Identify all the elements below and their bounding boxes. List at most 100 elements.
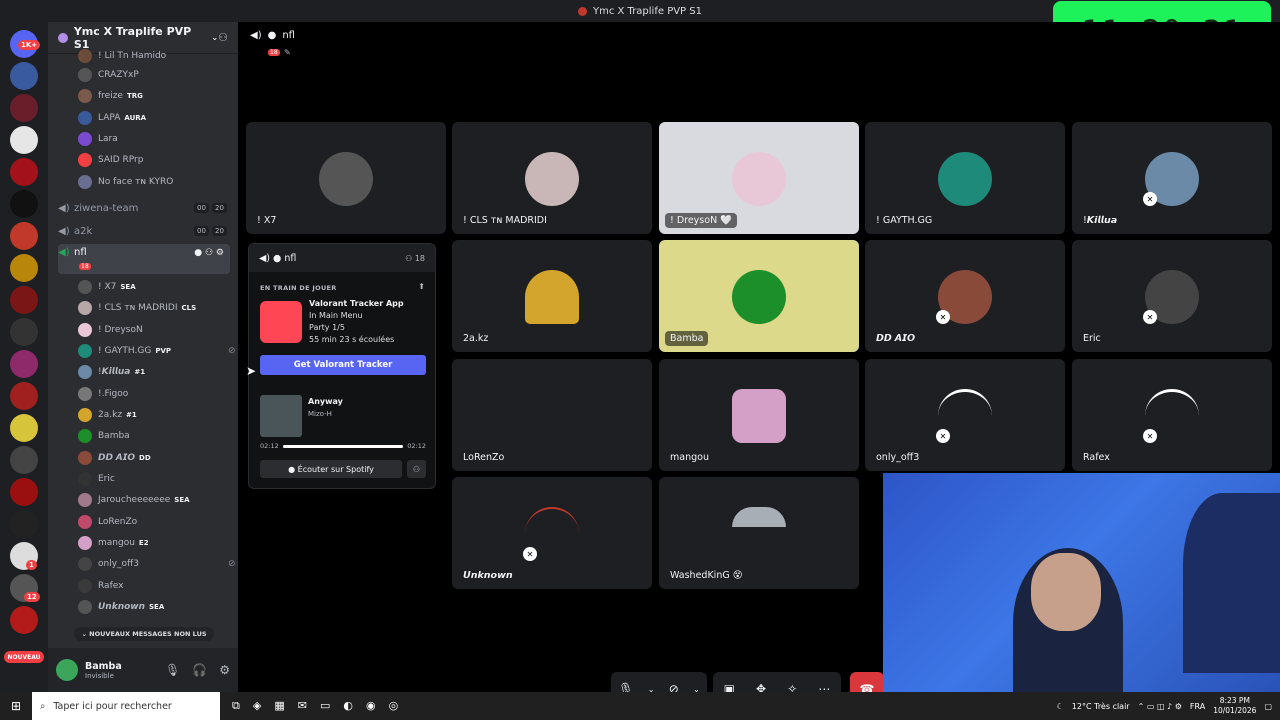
voice-user[interactable]: only_off3 ⊘ ⊘ <box>78 554 238 574</box>
participant-tile[interactable]: ✕ !𝙆𝙞𝙡𝙡𝙪𝙖 <box>1072 122 1272 234</box>
participant-tile[interactable]: ! CLS тɴ MADRIDI <box>452 122 652 234</box>
member-count-value: 18 <box>414 253 425 263</box>
listen-on-spotify-button[interactable]: ● Écouter sur Spotify <box>260 460 402 478</box>
voice-user[interactable]: SAID RPrp <box>78 150 143 170</box>
voice-user[interactable]: LoRenZo <box>78 512 137 532</box>
voice-channel-a2k[interactable]: ◀) a2k 00 20 <box>58 221 230 241</box>
mic-muted-icon: ⊘ ⊘ <box>228 559 238 569</box>
voice-user[interactable]: 2a.kz #1 <box>78 405 137 425</box>
server-icon[interactable] <box>10 382 38 410</box>
voice-user[interactable]: LAPA AURA <box>78 108 146 128</box>
server-icon[interactable] <box>10 446 38 474</box>
participant-tile[interactable]: ! X7 <box>246 122 446 234</box>
voice-user[interactable]: mangou E2 <box>78 533 149 553</box>
server-icon[interactable] <box>10 606 38 634</box>
server-icon[interactable] <box>10 286 38 314</box>
user-name: freize <box>98 91 123 101</box>
obs-icon[interactable]: ◉ <box>366 699 376 713</box>
voice-user[interactable]: 𝙐𝙣𝙠𝙣𝙤𝙬𝙣 SEA <box>78 597 164 617</box>
voice-user[interactable]: Rafex <box>78 576 123 596</box>
language-indicator[interactable]: FRA <box>1190 702 1205 711</box>
taskbar-search[interactable]: ⌕ Taper ici pour rechercher <box>32 692 220 720</box>
server-icon[interactable] <box>10 254 38 282</box>
taskbar-clock[interactable]: 8:23 PM 10/01/2026 <box>1213 696 1256 716</box>
user-panel: Bamba Invisible 🎙 🎧 ⚙ <box>48 648 238 692</box>
participant-tile[interactable]: mangou <box>659 359 859 471</box>
discord-taskbar-icon[interactable]: ◎ <box>389 699 399 713</box>
progress-fill <box>282 444 404 448</box>
notification-icon[interactable]: ▢ <box>1264 702 1272 711</box>
new-messages-pill[interactable]: ⌄ NOUVEAUX MESSAGES NON LUS <box>74 627 214 641</box>
server-icon[interactable] <box>10 126 38 154</box>
server-icon[interactable] <box>10 94 38 122</box>
new-messages-label: NOUVEAUX MESSAGES NON LUS <box>89 630 207 638</box>
headphones-icon[interactable]: 🎧 <box>192 663 207 677</box>
voice-channel-ziwena-team[interactable]: ◀) ziwena-team 00 20 <box>58 198 230 218</box>
server-icon[interactable] <box>10 414 38 442</box>
user-name: !𝙆𝙞𝙡𝙡𝙪𝙖 <box>98 367 131 377</box>
windows-start-icon[interactable]: ⊞ <box>0 699 32 713</box>
get-valorant-tracker-button[interactable]: Get Valorant Tracker <box>260 355 426 375</box>
edge-icon[interactable]: ◐ <box>343 699 353 713</box>
avatar[interactable] <box>56 659 78 681</box>
status-dot-icon: ● <box>267 30 277 41</box>
participant-tile[interactable]: ✕ 𝙐𝙣𝙠𝙣𝙤𝙬𝙣 <box>452 477 652 589</box>
voice-user[interactable]: ! Lil Tn Hamido <box>78 46 166 66</box>
participant-tile[interactable]: Bamba <box>659 240 859 352</box>
voice-user[interactable]: ! X7 SEA <box>78 277 136 297</box>
voice-user[interactable]: !.Figoo <box>78 384 128 404</box>
avatar <box>525 270 579 324</box>
participant-tile[interactable]: ✕ 𝘿𝘿 𝘼𝙄𝙊 <box>865 240 1065 352</box>
gear-icon[interactable]: ⚙ <box>219 663 230 677</box>
server-icon[interactable] <box>10 222 38 250</box>
edit-icon[interactable]: ✎ <box>284 48 291 57</box>
user-name: !.Figoo <box>98 389 129 399</box>
avatar <box>319 152 373 206</box>
server-icon[interactable] <box>10 318 38 346</box>
voice-user[interactable]: 𝘿𝘿 𝘼𝙄𝙊 DD <box>78 448 151 468</box>
participant-tile[interactable]: ✕ Rafex <box>1072 359 1272 471</box>
server-icon[interactable] <box>10 350 38 378</box>
voice-user[interactable]: freize TRG <box>78 86 143 106</box>
avatar <box>938 152 992 206</box>
voice-user[interactable]: ! CLS тɴ MADRIDI CLS <box>78 298 196 318</box>
server-icon[interactable] <box>10 62 38 90</box>
new-indicator[interactable]: NOUVEAU <box>4 651 44 663</box>
guild-icon <box>58 32 68 43</box>
microphone-icon[interactable]: 🎙 <box>165 663 180 677</box>
voice-user[interactable]: ! GAYTH.GGPVP ⊘ ⊘ <box>78 341 238 361</box>
voice-user[interactable]: No face тɴ KYRO <box>78 172 173 192</box>
channel-settings-icon[interactable]: ● ⚇ ⚙ <box>194 248 224 258</box>
participant-tile[interactable]: ✕ only_off3 <box>865 359 1065 471</box>
voice-user[interactable]: CRAZYxP <box>78 65 139 85</box>
file-explorer-icon[interactable]: ▭ <box>320 699 330 713</box>
voice-user[interactable]: ! DreysoN <box>78 320 143 340</box>
voice-user[interactable]: Lara⊘ <box>78 129 238 149</box>
add-member-icon[interactable]: ⚇ <box>218 31 228 44</box>
participant-tile[interactable]: ! GAYTH.GG <box>865 122 1065 234</box>
listen-along-button[interactable]: ⚇ <box>407 460 426 478</box>
voice-user[interactable]: Jarouchеееееее SEA <box>78 490 190 510</box>
voice-channel-nfl[interactable]: ◀) nfl ● ⚇ ⚙ 18 <box>58 244 230 274</box>
voice-channel-popout: ◀) ● nfl ⚇ 18 EN TRAIN DE JOUER ⬆ Valora… <box>248 243 436 489</box>
task-view-icon[interactable]: ⧉ <box>232 699 240 713</box>
tray-icons[interactable]: ⌃ ▭ ◫ ♪ ⚙ <box>1138 702 1182 711</box>
participant-tile[interactable]: ! DreysoN 🤍 <box>659 122 859 234</box>
voice-user[interactable]: Bamba <box>78 426 130 446</box>
weather-text[interactable]: 12°C Très clair <box>1072 702 1130 711</box>
voice-user[interactable]: !𝙆𝙞𝙡𝙡𝙪𝙖 #1 <box>78 362 145 382</box>
participant-tile[interactable]: ✕ Eric <box>1072 240 1272 352</box>
server-icon[interactable] <box>10 478 38 506</box>
server-icon[interactable] <box>10 190 38 218</box>
outlook-icon[interactable]: ✉ <box>298 699 307 713</box>
participant-tile[interactable]: WashedKinG 😵 <box>659 477 859 589</box>
server-icon[interactable] <box>10 158 38 186</box>
store-icon[interactable]: ▦ <box>274 699 284 713</box>
copilot-icon[interactable]: ◈ <box>253 699 261 713</box>
server-icon[interactable] <box>10 510 38 538</box>
avatar <box>78 89 92 103</box>
participant-tile[interactable]: LoRenZo <box>452 359 652 471</box>
spotify-icon: ● <box>288 464 298 474</box>
voice-user[interactable]: Eric <box>78 469 115 489</box>
participant-tile[interactable]: 2a.kz <box>452 240 652 352</box>
